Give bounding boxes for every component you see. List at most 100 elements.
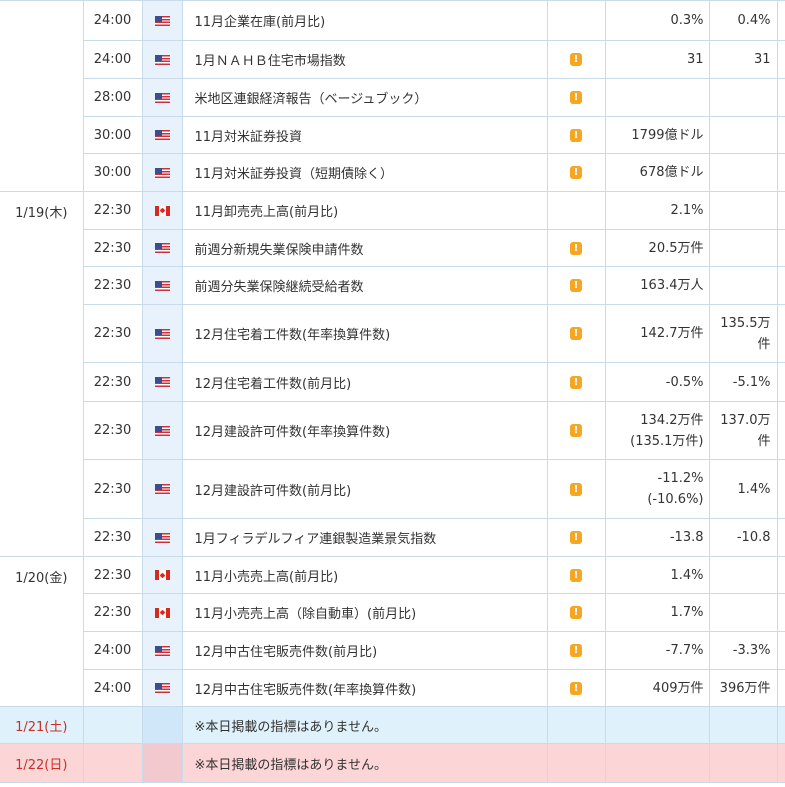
previous-value-cell: 163.4万人 — [604, 266, 710, 305]
result-cell — [776, 266, 785, 305]
us-flag-icon — [154, 280, 170, 291]
event-row[interactable]: 1/19(木) 22:30 11月卸売売上高(前月比) 2.1% — [0, 191, 785, 557]
previous-value: 0.3% — [670, 13, 704, 28]
indicator-name[interactable]: 12月中古住宅販売件数(前月比) — [181, 631, 548, 670]
time-cell: 22:30 — [82, 518, 143, 557]
time-cell — [82, 706, 143, 744]
important-icon: ! — [570, 128, 582, 142]
forecast-value-cell — [708, 743, 778, 783]
indicator-name[interactable]: 前週分失業保険継続受給者数 — [181, 266, 548, 305]
us-flag-icon — [154, 130, 170, 140]
indicator-name[interactable]: 12月住宅着工件数(年率換算件数) — [181, 304, 548, 363]
event-row[interactable]: 24:00 12月中古住宅販売件数(前月比)! -7.7% -3.3% — [0, 631, 785, 670]
forecast-value-cell: -3.3% — [708, 631, 778, 670]
forecast-value-cell: 396万件 — [708, 669, 778, 707]
important-icon: ! — [570, 279, 582, 292]
us-flag-icon — [154, 167, 170, 178]
important-icon: ! — [570, 327, 582, 340]
date-cell: 1/19(木) — [0, 191, 84, 557]
country-cell — [141, 669, 183, 707]
event-row[interactable]: 22:30 12月建設許可件数(年率換算件数)! 134.2万件 (135.1万件) 1… — [0, 401, 785, 460]
time-cell: 24:00 — [82, 40, 143, 79]
indicator-name[interactable]: 12月中古住宅販売件数(年率換算件数) — [181, 669, 548, 707]
event-row[interactable]: 24:00 11月企業在庫(前月比) 0.3% 0.4% — [0, 0, 785, 192]
important-icon: ! — [570, 91, 582, 104]
indicator-name[interactable]: 12月建設許可件数(年率換算件数) — [181, 401, 548, 460]
forecast-value: 1.4% — [737, 481, 771, 497]
country-cell — [141, 593, 183, 632]
previous-value-cell — [604, 706, 710, 744]
country-cell — [141, 706, 183, 744]
indicator-name[interactable]: 11月卸売売上高(前月比) — [181, 191, 548, 230]
us-flag-icon — [154, 92, 170, 103]
indicator-name[interactable]: 12月建設許可件数(前月比) — [181, 459, 548, 519]
previous-value-cell: 409万件 — [604, 669, 710, 707]
result-cell — [776, 459, 785, 519]
us-flag-icon — [154, 683, 170, 693]
result-cell — [776, 669, 785, 707]
event-row[interactable]: 24:00 12月中古住宅販売件数(年率換算件数)! 409万件 396万件 — [0, 669, 785, 707]
previous-value-cell: -7.7% — [604, 631, 710, 670]
indicator-name[interactable]: 1月ＮＡＨＢ住宅市場指数 — [181, 40, 548, 79]
economic-calendar-table: 24:00 11月企業在庫(前月比) 0.3% 0.4% 24:00 1月ＮＡＨＢ住宅市場… — [0, 0, 785, 783]
event-row[interactable]: 22:30 12月住宅着工件数(前月比)! -0.5% -5.1% — [0, 362, 785, 402]
event-row[interactable]: 22:30 1月フィラデルフィア連銀製造業景気指数! -13.8 -10.8 — [0, 518, 785, 557]
us-flag-icon — [154, 425, 170, 436]
event-row[interactable]: 30:00 11月対米証券投資! 1799億ドル — [0, 116, 785, 154]
important-icon: ! — [570, 482, 582, 496]
forecast-value-cell: 31 — [708, 40, 778, 79]
country-cell — [141, 116, 183, 154]
result-cell — [776, 229, 785, 267]
indicator-name[interactable]: 11月対米証券投資 — [181, 116, 548, 154]
forecast-value: 件 — [757, 433, 771, 449]
country-cell — [141, 0, 183, 41]
time-cell: 30:00 — [82, 116, 143, 154]
previous-value-cell: 2.1% — [604, 191, 710, 230]
indicator-name[interactable]: 11月小売売上高（除自動車）(前月比) — [181, 593, 548, 632]
forecast-value: -10.8 — [736, 530, 771, 545]
previous-value: 409万件 — [652, 680, 704, 696]
forecast-value-cell — [708, 191, 778, 230]
previous-value-cell: -13.8 — [604, 518, 710, 557]
indicator-name[interactable]: 前週分新規失業保険申請件数 — [181, 229, 548, 267]
forecast-value-cell: 1.4% — [708, 459, 778, 519]
indicator-name[interactable]: 1月フィラデルフィア連銀製造業景気指数 — [181, 518, 548, 557]
event-row[interactable]: 22:30 11月小売売上高（除自動車）(前月比)! 1.7% — [0, 593, 785, 632]
indicator-name[interactable]: 11月企業在庫(前月比) — [181, 0, 548, 41]
event-row[interactable]: 22:30 前週分失業保険継続受給者数! 163.4万人 — [0, 266, 785, 305]
important-icon: ! — [570, 424, 582, 437]
forecast-value-cell — [708, 116, 778, 154]
event-row[interactable]: 22:30 12月住宅着工件数(年率換算件数)! 142.7万件 135.5万件 — [0, 304, 785, 363]
forecast-value-cell — [708, 153, 778, 192]
event-row[interactable]: 22:30 12月建設許可件数(前月比)! -11.2% (-10.6%) 1.4% — [0, 459, 785, 519]
event-row[interactable]: 22:30 前週分新規失業保険申請件数! 20.5万件 — [0, 229, 785, 267]
canada-flag-icon — [154, 607, 170, 618]
result-cell — [776, 743, 785, 783]
indicator-name[interactable]: 米地区連銀経済報告（ベージュブック） — [181, 78, 548, 117]
forecast-value-cell: 137.0万件 — [708, 401, 778, 460]
important-icon: ! — [570, 53, 582, 66]
previous-value: (135.1万件) — [630, 433, 704, 449]
date-cell: 1/20(金) — [0, 556, 84, 707]
previous-value: 1799億ドル — [631, 127, 704, 143]
important-icon: ! — [570, 644, 582, 657]
important-icon: ! — [570, 606, 582, 619]
important-icon: ! — [570, 531, 582, 544]
previous-value: -0.5% — [665, 374, 704, 390]
event-row[interactable]: 24:00 1月ＮＡＨＢ住宅市場指数! 31 31 — [0, 40, 785, 79]
forecast-value: -5.1% — [732, 374, 771, 390]
date-cell — [0, 0, 84, 192]
previous-value: 31 — [686, 52, 704, 67]
us-flag-icon — [154, 532, 170, 543]
indicator-name[interactable]: 12月住宅着工件数(前月比) — [181, 362, 548, 402]
event-row[interactable]: 28:00 米地区連銀経済報告（ベージュブック）! — [0, 78, 785, 117]
event-row[interactable]: 30:00 11月対米証券投資（短期債除く）! 678億ドル — [0, 153, 785, 192]
country-cell — [141, 362, 183, 402]
event-row[interactable]: 1/20(金) 22:30 11月小売売上高(前月比)! 1.4% — [0, 556, 785, 707]
forecast-value: 396万件 — [719, 680, 771, 696]
previous-value-cell — [604, 743, 710, 783]
indicator-name[interactable]: 11月対米証券投資（短期債除く） — [181, 153, 548, 192]
time-cell: 28:00 — [82, 78, 143, 117]
indicator-name[interactable]: 11月小売売上高(前月比) — [181, 556, 548, 594]
country-cell — [141, 518, 183, 557]
